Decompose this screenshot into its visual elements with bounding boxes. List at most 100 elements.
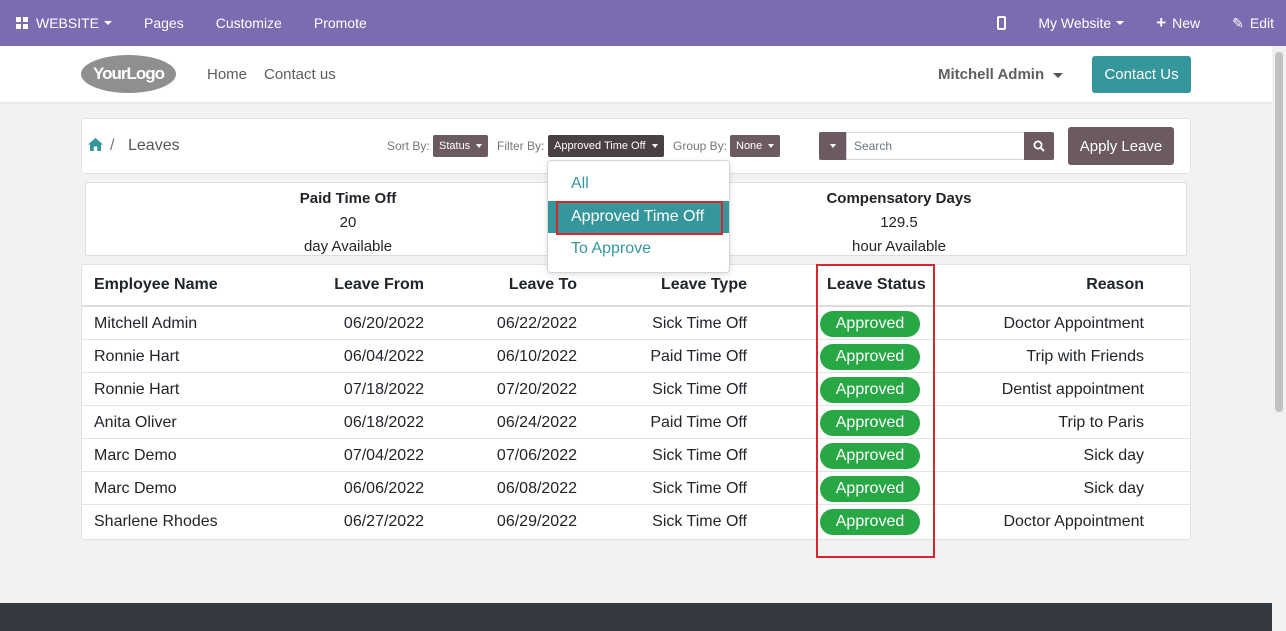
table-row[interactable]: Sharlene Rhodes 06/27/2022 06/29/2022 Si…	[82, 505, 1190, 538]
chevron-down-icon	[1116, 21, 1125, 25]
column-header-employee[interactable]: Employee Name	[94, 265, 218, 305]
user-menu[interactable]: Mitchell Admin	[938, 66, 1064, 83]
nav-home[interactable]: Home	[207, 66, 247, 83]
table-row[interactable]: Ronnie Hart 06/04/2022 06/10/2022 Paid T…	[82, 340, 1190, 373]
table-row[interactable]: Ronnie Hart 07/18/2022 07/20/2022 Sick T…	[82, 373, 1190, 406]
leave-from: 06/27/2022	[343, 513, 424, 530]
leave-type: Sick Time Off	[652, 381, 747, 398]
chevron-down-icon	[768, 144, 775, 148]
mobile-preview-button[interactable]	[981, 0, 1022, 46]
summary-title: Paid Time Off	[299, 190, 397, 207]
filter-dropdown[interactable]: Approved Time Off	[548, 135, 664, 157]
pages-menu[interactable]: Pages	[128, 0, 200, 46]
page-scrollbar[interactable]	[1272, 46, 1286, 631]
leave-to: 06/10/2022	[496, 348, 577, 365]
employee-name: Marc Demo	[94, 447, 177, 464]
employee-name: Ronnie Hart	[94, 348, 180, 365]
leave-reason: Trip to Paris	[1058, 414, 1144, 431]
website-menu-label: WEBSITE	[36, 15, 100, 31]
filter-option-all[interactable]: All	[548, 168, 729, 200]
column-header-reason[interactable]: Reason	[1086, 265, 1144, 305]
leave-reason: Sick day	[1083, 447, 1144, 464]
apps-grid-icon	[16, 17, 28, 29]
edit-button-label: Edit	[1249, 15, 1274, 31]
apply-leave-button[interactable]: Apply Leave	[1068, 127, 1174, 165]
site-header: YourLogo Home Contact us Mitchell Admin …	[0, 46, 1272, 102]
employee-name: Sharlene Rhodes	[94, 513, 218, 530]
leave-type: Sick Time Off	[652, 447, 747, 464]
leave-reason: Dentist appointment	[1001, 381, 1144, 398]
summary-value: 129.5	[880, 214, 918, 231]
summary-value: 20	[339, 214, 357, 231]
site-selector-label: My Website	[1038, 15, 1112, 31]
sort-dropdown[interactable]: Status	[433, 135, 489, 157]
leave-from: 06/06/2022	[343, 480, 424, 497]
home-icon[interactable]	[88, 138, 103, 155]
employee-name: Marc Demo	[94, 480, 177, 497]
leave-to: 06/24/2022	[496, 414, 577, 431]
chevron-down-icon	[476, 144, 483, 148]
leave-reason: Doctor Appointment	[1003, 513, 1144, 530]
employee-name: Anita Oliver	[94, 414, 177, 431]
leave-to: 07/06/2022	[496, 447, 577, 464]
leaves-table: Employee Name Leave From Leave To Leave …	[81, 264, 1191, 540]
chevron-down-icon	[104, 21, 113, 25]
new-button[interactable]: + New	[1140, 0, 1216, 46]
table-row[interactable]: Marc Demo 06/06/2022 06/08/2022 Sick Tim…	[82, 472, 1190, 505]
breadcrumb-current: Leaves	[128, 137, 180, 154]
status-column-highlight	[816, 264, 935, 558]
leave-to: 06/29/2022	[496, 513, 577, 530]
search-input[interactable]	[846, 132, 1025, 160]
leave-type: Paid Time Off	[650, 414, 747, 431]
summary-compensatory-days: Compensatory Days 129.5 hour Available	[799, 187, 999, 259]
filter-value: Approved Time Off	[554, 140, 646, 152]
leave-from: 07/18/2022	[343, 381, 424, 398]
sort-label: Sort By:	[387, 139, 430, 153]
chevron-down-icon	[829, 144, 836, 148]
customize-menu[interactable]: Customize	[200, 0, 298, 46]
sort-value: Status	[439, 140, 471, 152]
group-dropdown[interactable]: None	[730, 135, 781, 157]
leave-reason: Trip with Friends	[1026, 348, 1144, 365]
leave-reason: Doctor Appointment	[1003, 315, 1144, 332]
group-label: Group By:	[673, 139, 728, 153]
plus-icon: +	[1156, 13, 1167, 32]
logo-text: YourLogo	[93, 64, 165, 83]
leave-reason: Sick day	[1083, 480, 1144, 497]
summary-title: Compensatory Days	[826, 190, 972, 207]
search-button[interactable]	[1024, 132, 1054, 160]
table-row[interactable]: Anita Oliver 06/18/2022 06/24/2022 Paid …	[82, 406, 1190, 439]
summary-unit: day Available	[303, 238, 393, 255]
site-selector[interactable]: My Website	[1022, 0, 1140, 46]
filter-dropdown-menu: All Approved Time Off To Approve	[547, 160, 730, 273]
leave-type: Sick Time Off	[652, 480, 747, 497]
filter-option-to-approve[interactable]: To Approve	[548, 233, 729, 265]
contact-us-button[interactable]: Contact Us	[1092, 56, 1191, 93]
mobile-icon	[997, 16, 1007, 30]
summary-unit: hour Available	[852, 238, 946, 255]
table-row[interactable]: Mitchell Admin 06/20/2022 06/22/2022 Sic…	[82, 307, 1190, 340]
leave-from: 07/04/2022	[343, 447, 424, 464]
user-name: Mitchell Admin	[938, 66, 1045, 83]
site-logo[interactable]: YourLogo	[81, 55, 176, 93]
employee-name: Mitchell Admin	[94, 315, 198, 332]
website-menu[interactable]: WEBSITE	[0, 0, 128, 46]
admin-bar: WEBSITE Pages Customize Promote My Websi…	[0, 0, 1286, 46]
table-row[interactable]: Marc Demo 07/04/2022 07/06/2022 Sick Tim…	[82, 439, 1190, 472]
group-value: None	[736, 140, 763, 152]
leave-from: 06/18/2022	[343, 414, 424, 431]
column-header-leave-from[interactable]: Leave From	[334, 265, 424, 305]
edit-button[interactable]: ✎ Edit	[1216, 0, 1286, 46]
leave-to: 06/22/2022	[496, 315, 577, 332]
nav-contact-us[interactable]: Contact us	[264, 66, 336, 83]
promote-menu[interactable]: Promote	[298, 0, 383, 46]
leave-type: Paid Time Off	[650, 348, 747, 365]
scrollbar-thumb[interactable]	[1275, 52, 1283, 412]
breadcrumb-separator: /	[110, 137, 115, 154]
search-options-button[interactable]	[819, 132, 846, 160]
new-button-label: New	[1172, 15, 1201, 31]
chevron-down-icon	[1053, 72, 1064, 78]
selected-filter-highlight	[556, 201, 723, 235]
leave-type: Sick Time Off	[652, 513, 747, 530]
leave-to: 06/08/2022	[496, 480, 577, 497]
